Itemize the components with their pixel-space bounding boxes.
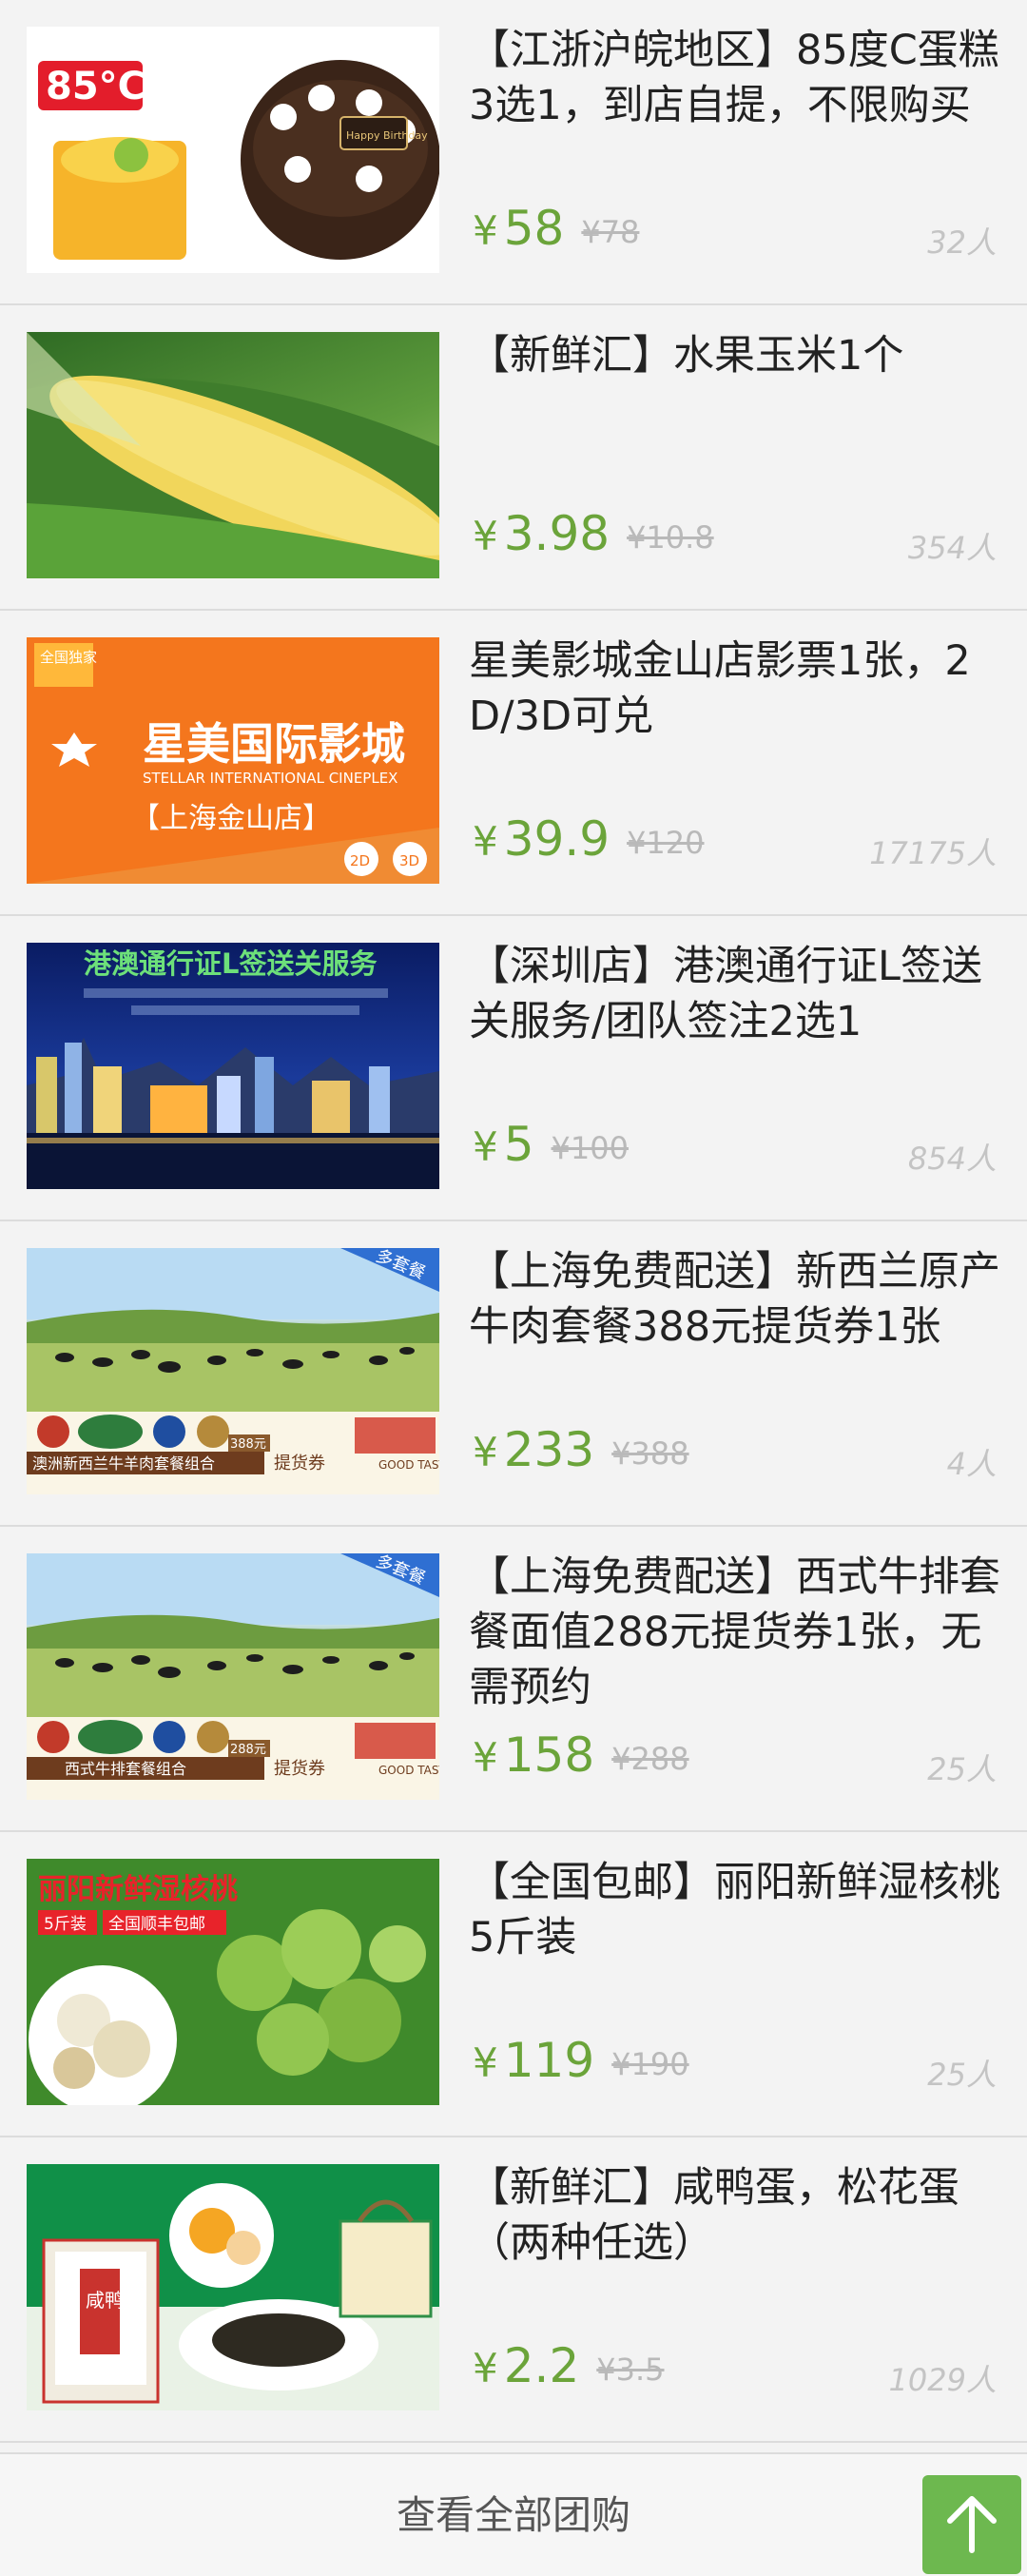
deal-title: 【上海免费配送】西式牛排套餐面值288元提货券1张，无需预约	[469, 1553, 1000, 1711]
deal-title: 【新鲜汇】咸鸭蛋，松花蛋（两种任选）	[469, 2164, 959, 2267]
hong-kong-image: 港澳通行证L签送关服务	[27, 943, 439, 1189]
svg-text:GOOD TASTE: GOOD TASTE	[378, 1458, 439, 1472]
svg-text:提货券: 提货券	[274, 1759, 325, 1779]
corn-image	[27, 332, 439, 578]
svg-text:星美国际影城: 星美国际影城	[143, 718, 405, 770]
deal-price: ¥158 ¥288	[473, 1727, 689, 1787]
walnut-image: 丽阳新鲜湿核桃 5斤装 全国顺丰包邮	[27, 1859, 439, 2105]
deal-list: 85°C Happy Birthday 【江浙沪皖地区】85度C蛋糕3选1，到店…	[0, 0, 1027, 2443]
deal-item[interactable]: 85°C Happy Birthday 【江浙沪皖地区】85度C蛋糕3选1，到店…	[0, 0, 1027, 305]
deal-item[interactable]: 全国独家 星美国际影城 STELLAR INTERNATIONAL CINEPL…	[0, 611, 1027, 916]
deal-item[interactable]: 咸鸭 【新鲜汇】咸鸭蛋，松花蛋（两种任选） ¥2.2 ¥3.5 1029人	[0, 2137, 1027, 2443]
footer: 查看全部团购	[0, 2452, 1027, 2576]
buyer-count: 854人	[907, 1141, 997, 1177]
svg-text:西式牛排套餐组合: 西式牛排套餐组合	[65, 1760, 186, 1778]
buyer-count: 17175人	[869, 835, 997, 871]
deal-title: 【全国包邮】丽阳新鲜湿核桃5斤装	[469, 1859, 1000, 1961]
svg-text:3D: 3D	[399, 852, 419, 869]
svg-text:2D: 2D	[350, 852, 370, 869]
back-to-top-button[interactable]	[922, 2475, 1021, 2574]
svg-text:Happy Birthday: Happy Birthday	[346, 129, 428, 142]
original-price: ¥10.8	[627, 518, 714, 556]
svg-text:丽阳新鲜湿核桃: 丽阳新鲜湿核桃	[38, 1873, 238, 1906]
original-price: ¥78	[581, 213, 640, 250]
original-price: ¥388	[611, 1434, 689, 1472]
deal-title: 星美影城金山店影票1张，2D/3D可兑	[469, 637, 971, 740]
deal-item[interactable]: 多套餐 澳洲新西兰牛羊肉套餐组合 388元 提货券 GOOD TASTE 【上海…	[0, 1221, 1027, 1527]
svg-text:港澳通行证L签送关服务: 港澳通行证L签送关服务	[84, 947, 377, 980]
svg-text:288元: 288元	[230, 1743, 266, 1757]
deal-price: ¥119 ¥190	[473, 2032, 689, 2093]
svg-text:【上海金山店】: 【上海金山店】	[131, 802, 331, 835]
buyer-count: 1029人	[888, 2362, 997, 2398]
deal-item[interactable]: 丽阳新鲜湿核桃 5斤装 全国顺丰包邮 【全国包邮】丽阳新鲜湿核桃5斤装 ¥119…	[0, 1832, 1027, 2137]
deal-price: ¥39.9 ¥120	[473, 810, 705, 871]
deal-item[interactable]: 多套餐 西式牛排套餐组合 288元 提货券 GOOD TASTE 【上海免费配送…	[0, 1527, 1027, 1832]
deal-item[interactable]: 港澳通行证L签送关服务 【深圳店】港澳通行证L签送关服务/团队签注2选1 ¥5 ¥…	[0, 916, 1027, 1221]
deal-price: ¥5 ¥100	[473, 1116, 629, 1177]
svg-text:咸鸭: 咸鸭	[86, 2289, 124, 2312]
svg-text:全国顺丰包邮: 全国顺丰包邮	[108, 1915, 205, 1934]
deal-title: 【深圳店】港澳通行证L签送关服务/团队签注2选1	[469, 943, 982, 1045]
beef-meadow-image: 多套餐 澳洲新西兰牛羊肉套餐组合 388元 提货券 GOOD TASTE	[27, 1248, 439, 1494]
svg-text:提货券: 提货券	[274, 1454, 325, 1473]
svg-text:5斤装: 5斤装	[44, 1915, 87, 1934]
buyer-count: 25人	[927, 2057, 997, 2093]
buyer-count: 354人	[907, 530, 997, 566]
svg-text:STELLAR INTERNATIONAL CINEPLEX: STELLAR INTERNATIONAL CINEPLEX	[143, 770, 397, 787]
original-price: ¥3.5	[596, 2351, 665, 2388]
svg-text:GOOD TASTE: GOOD TASTE	[378, 1764, 439, 1777]
deal-price: ¥233 ¥388	[473, 1421, 689, 1482]
deal-title: 【新鲜汇】水果玉米1个	[469, 332, 904, 380]
deal-title: 【江浙沪皖地区】85度C蛋糕3选1，到店自提，不限购买	[469, 27, 999, 129]
steak-meadow-image: 多套餐 西式牛排套餐组合 288元 提货券 GOOD TASTE	[27, 1553, 439, 1800]
arrow-up-icon	[939, 2489, 1005, 2560]
deal-item[interactable]: 【新鲜汇】水果玉米1个 ¥3.98 ¥10.8 354人	[0, 305, 1027, 611]
buyer-count: 4人	[946, 1446, 997, 1482]
svg-text:澳洲新西兰牛羊肉套餐组合: 澳洲新西兰牛羊肉套餐组合	[32, 1454, 215, 1473]
cake-image: 85°C Happy Birthday	[27, 27, 439, 273]
original-price: ¥120	[627, 824, 705, 861]
original-price: ¥288	[611, 1740, 689, 1777]
egg-image: 咸鸭	[27, 2164, 439, 2410]
deal-title: 【上海免费配送】新西兰原产牛肉套餐388元提货券1张	[469, 1248, 1000, 1351]
buyer-count: 32人	[927, 224, 997, 261]
brand-85-text: 85°C	[46, 65, 145, 108]
stellar-cinema-image: 全国独家 星美国际影城 STELLAR INTERNATIONAL CINEPL…	[27, 637, 439, 884]
svg-text:388元: 388元	[230, 1437, 266, 1452]
original-price: ¥190	[611, 2045, 689, 2082]
buyer-count: 25人	[927, 1751, 997, 1787]
deal-price: ¥3.98 ¥10.8	[473, 505, 714, 566]
deal-price: ¥2.2 ¥3.5	[473, 2337, 665, 2398]
svg-text:全国独家: 全国独家	[40, 649, 97, 666]
deal-price: ¥58 ¥78	[473, 200, 639, 261]
view-all-deals-link[interactable]: 查看全部团购	[0, 2454, 1027, 2576]
original-price: ¥100	[551, 1129, 629, 1166]
